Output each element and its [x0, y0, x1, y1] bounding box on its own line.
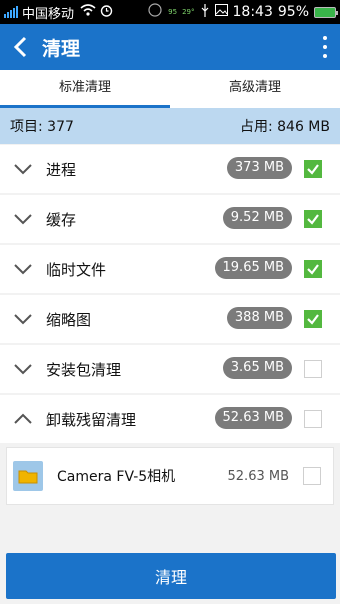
- space-used: 占用: 846 MB: [239, 119, 330, 135]
- size-badge: 3.65 MB: [222, 357, 292, 379]
- row-checkbox[interactable]: [304, 310, 322, 328]
- category-label: 缓存: [46, 210, 77, 229]
- row-checkbox[interactable]: [304, 410, 322, 428]
- residue-item-row[interactable]: Camera FV-5相机 52.63 MB: [6, 447, 334, 505]
- row-checkbox[interactable]: [304, 160, 322, 178]
- category-row-uninstall-residue[interactable]: 卸载残留清理 52.63 MB: [0, 395, 340, 443]
- category-label: 临时文件: [46, 260, 107, 279]
- residue-item-size: 52.63 MB: [227, 468, 289, 484]
- row-checkbox[interactable]: [304, 210, 322, 228]
- category-label: 缩略图: [46, 310, 92, 329]
- status-small-a: 95: [168, 8, 178, 16]
- status-bar: 中国移动 95 29° 18:43 95%: [0, 0, 340, 24]
- size-badge: 373 MB: [226, 157, 292, 179]
- back-button[interactable]: [0, 24, 40, 70]
- alarm-icon: [100, 4, 113, 21]
- status-small-b: 29°: [182, 8, 195, 16]
- chevron-down-icon[interactable]: [0, 313, 46, 325]
- row-checkbox[interactable]: [304, 360, 322, 378]
- wifi-icon: [80, 4, 96, 20]
- row-checkbox[interactable]: [304, 260, 322, 278]
- category-row-apk-clean[interactable]: 安装包清理 3.65 MB: [0, 345, 340, 393]
- chevron-down-icon[interactable]: [0, 363, 46, 375]
- battery-icon: [314, 6, 338, 18]
- category-label: 进程: [46, 160, 77, 179]
- tab-advanced-clean[interactable]: 高级清理: [170, 70, 340, 108]
- category-row-cache[interactable]: 缓存 9.52 MB: [0, 195, 340, 243]
- page-title: 清理: [42, 37, 81, 60]
- tab-standard-clean[interactable]: 标准清理: [0, 70, 170, 108]
- carrier-label: 中国移动: [22, 6, 75, 22]
- size-badge: 19.65 MB: [214, 257, 292, 279]
- app-bar: 清理: [0, 24, 340, 70]
- items-count: 项目: 377: [10, 119, 74, 135]
- category-list: 进程 373 MB 缓存 9.52 MB 临时文件 19.65 MB 缩略图 3…: [0, 145, 340, 505]
- clock-time: 18:43: [232, 4, 273, 20]
- size-badge: 388 MB: [226, 307, 292, 329]
- chevron-down-icon[interactable]: [0, 263, 46, 275]
- category-row-process[interactable]: 进程 373 MB: [0, 145, 340, 193]
- chevron-down-icon[interactable]: [0, 213, 46, 225]
- folder-icon: [13, 461, 43, 491]
- check-icon: [307, 164, 319, 175]
- size-badge: 9.52 MB: [222, 207, 292, 229]
- category-label: 安装包清理: [46, 360, 122, 379]
- battery-percent: 95%: [277, 4, 309, 20]
- chevron-up-icon[interactable]: [0, 413, 46, 425]
- usb-icon: [200, 3, 210, 21]
- image-icon: [214, 4, 228, 20]
- overflow-menu-icon[interactable]: [322, 36, 328, 58]
- check-icon: [307, 214, 319, 225]
- back-arrow-icon: [13, 36, 27, 58]
- check-icon: [307, 314, 319, 325]
- residue-item-checkbox[interactable]: [303, 467, 321, 485]
- category-row-thumbnails[interactable]: 缩略图 388 MB: [0, 295, 340, 343]
- signal-icon: [4, 6, 18, 18]
- summary-bar: 项目: 377 占用: 846 MB: [0, 108, 340, 144]
- category-row-temp-files[interactable]: 临时文件 19.65 MB: [0, 245, 340, 293]
- data-indicator-icon: [147, 3, 163, 21]
- check-icon: [307, 264, 319, 275]
- size-badge: 52.63 MB: [214, 407, 292, 429]
- category-label: 卸载残留清理: [46, 410, 137, 429]
- clean-button[interactable]: 清理: [6, 553, 336, 599]
- chevron-down-icon[interactable]: [0, 163, 46, 175]
- tab-bar: 标准清理 高级清理: [0, 70, 340, 108]
- residue-item-label: Camera FV-5相机: [57, 469, 176, 485]
